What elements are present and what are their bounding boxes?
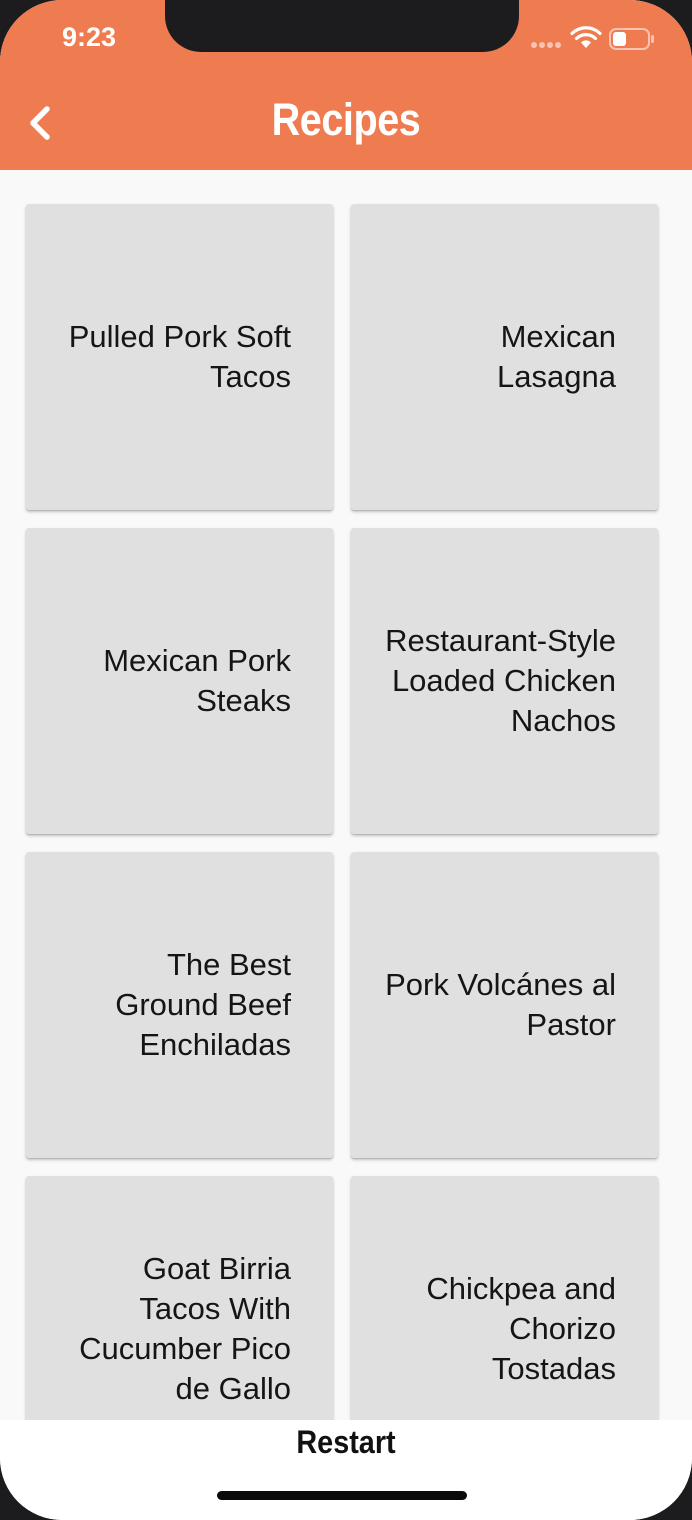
recipe-card-label: Chickpea and Chorizo Tostadas <box>426 1271 616 1386</box>
recipe-card[interactable]: Goat Birria Tacos With Cucumber Pico de … <box>26 1176 333 1420</box>
recipe-card-label: Goat Birria Tacos With Cucumber Pico de … <box>79 1251 291 1406</box>
phone-screen: 9:23 Recipes Pulled Pork Soft Tacos Mexi… <box>0 0 692 1520</box>
recipe-card[interactable]: Mexican Pork Steaks <box>26 528 333 834</box>
signal-icon <box>531 42 563 48</box>
recipe-card[interactable]: Pulled Pork Soft Tacos <box>26 204 333 510</box>
recipe-grid: Pulled Pork Soft Tacos Mexican Lasagna M… <box>0 170 692 1420</box>
recipe-card[interactable]: The Best Ground Beef Enchiladas <box>26 852 333 1158</box>
recipe-card[interactable]: Mexican Lasagna <box>351 204 658 510</box>
recipe-card[interactable]: Pork Volcánes al Pastor <box>351 852 658 1158</box>
chevron-left-icon <box>30 106 50 140</box>
status-time: 9:23 <box>61 22 117 52</box>
home-indicator[interactable] <box>217 1491 467 1500</box>
recipe-card-label: Mexican Lasagna <box>497 319 616 394</box>
recipe-card-label: The Best Ground Beef Enchiladas <box>115 947 291 1062</box>
page-title: Recipes <box>271 94 421 145</box>
wifi-icon <box>570 26 602 48</box>
recipe-card-label: Restaurant-Style Loaded Chicken Nachos <box>385 623 616 738</box>
back-button[interactable] <box>20 98 60 148</box>
app-bar: 9:23 Recipes <box>0 0 692 170</box>
recipe-card-label: Pork Volcánes al Pastor <box>385 967 616 1042</box>
recipe-card[interactable]: Restaurant-Style Loaded Chicken Nachos <box>351 528 658 834</box>
recipe-card[interactable]: Chickpea and Chorizo Tostadas <box>351 1176 658 1420</box>
recipe-card-label: Pulled Pork Soft Tacos <box>68 319 291 394</box>
device-notch <box>165 0 519 52</box>
recipe-card-label: Mexican Pork Steaks <box>103 643 291 718</box>
battery-icon <box>609 28 654 50</box>
restart-button[interactable]: Restart <box>256 1420 436 1466</box>
